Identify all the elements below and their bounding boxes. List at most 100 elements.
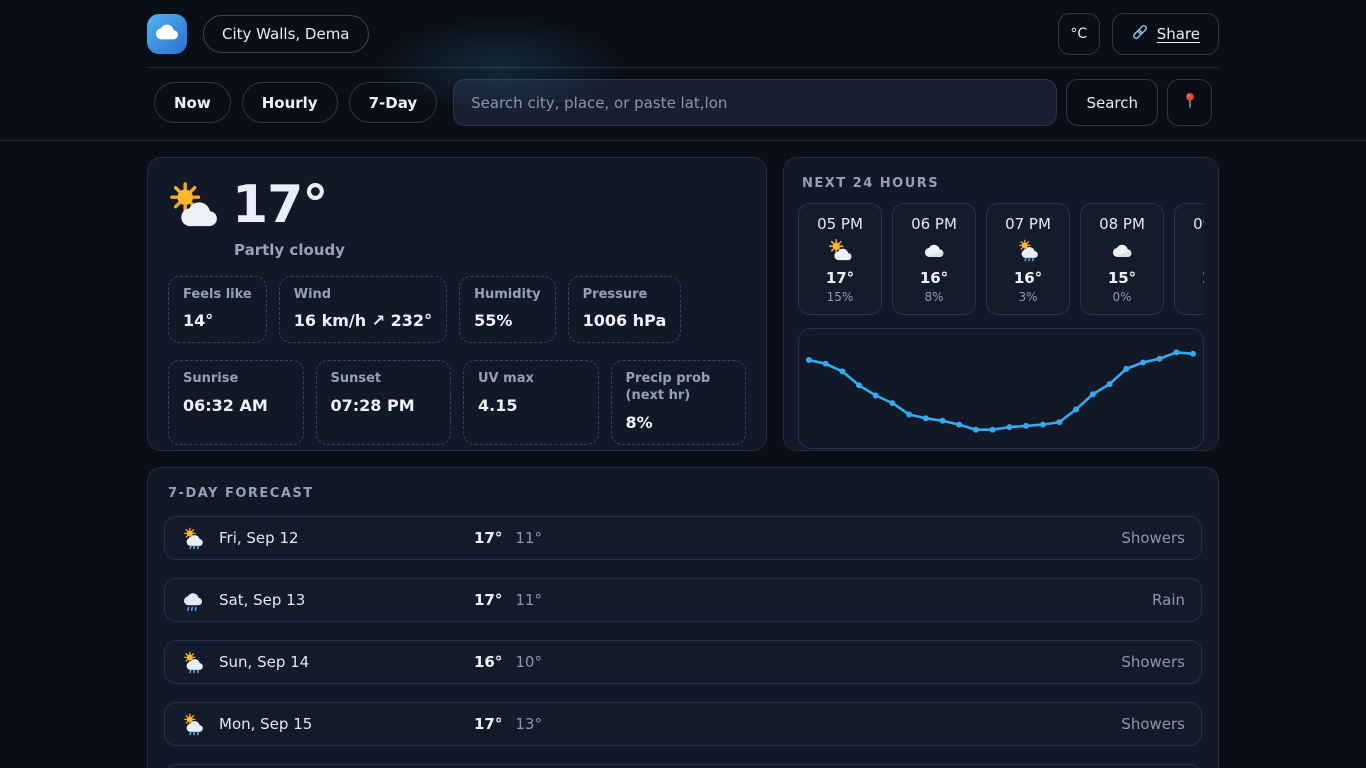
day-temps: 17° 11° bbox=[474, 591, 1152, 609]
hour-card[interactable]: 09 PM 15° 0% bbox=[1174, 203, 1204, 315]
stat-tile: UV max 4.15 bbox=[463, 360, 599, 445]
search-button[interactable]: Search bbox=[1066, 79, 1158, 126]
share-button[interactable]: Share bbox=[1112, 13, 1219, 55]
hour-time: 09 PM bbox=[1175, 215, 1204, 233]
hour-temp: 15° bbox=[1175, 269, 1204, 287]
forecast-day-row[interactable]: Sun, Sep 14 16° 10° Showers bbox=[164, 640, 1202, 684]
current-hero: 17° bbox=[168, 178, 746, 233]
day-summary: Showers bbox=[1121, 715, 1185, 733]
view-tab[interactable]: Now bbox=[154, 82, 231, 123]
forecast-day-row[interactable] bbox=[164, 764, 1202, 768]
hour-card[interactable]: 06 PM 16° 8% bbox=[892, 203, 976, 315]
hour-time: 08 PM bbox=[1081, 215, 1163, 233]
current-stats-row-2: Sunrise 06:32 AM Sunset 07:28 PM UV max … bbox=[168, 360, 746, 445]
hour-weather-icon bbox=[1016, 250, 1040, 269]
hour-time: 06 PM bbox=[893, 215, 975, 233]
forecast-day-row[interactable]: Fri, Sep 12 17° 11° Showers bbox=[164, 516, 1202, 560]
current-conditions-card: 17° Partly cloudy Feels like 14° Wind 16… bbox=[147, 157, 767, 451]
hourly-temperature-chart bbox=[798, 328, 1204, 449]
current-condition-label: Partly cloudy bbox=[234, 241, 746, 259]
stat-label: Pressure bbox=[583, 287, 667, 304]
hour-weather-icon bbox=[1110, 250, 1134, 269]
line-chart bbox=[799, 329, 1203, 448]
day-weather-icon bbox=[181, 712, 205, 736]
search-input[interactable] bbox=[453, 79, 1057, 126]
hour-temp: 16° bbox=[987, 269, 1069, 287]
forecast-day-row[interactable]: Sat, Sep 13 17° 11° Rain bbox=[164, 578, 1202, 622]
hour-temp: 17° bbox=[799, 269, 881, 287]
share-label: Share bbox=[1157, 25, 1200, 43]
hour-temp: 16° bbox=[893, 269, 975, 287]
day-high-temp: 16° bbox=[474, 653, 502, 671]
stat-value: 8% bbox=[626, 413, 732, 432]
pin-location-button[interactable] bbox=[1167, 79, 1212, 126]
stat-tile: Feels like 14° bbox=[168, 276, 267, 344]
stat-value: 06:32 AM bbox=[183, 396, 289, 415]
stat-value: 14° bbox=[183, 311, 252, 330]
stat-label: Wind bbox=[294, 287, 432, 304]
stat-label: UV max bbox=[478, 371, 584, 388]
forecast-day-row[interactable]: Mon, Sep 15 17° 13° Showers bbox=[164, 702, 1202, 746]
hour-card[interactable]: 08 PM 15° 0% bbox=[1080, 203, 1164, 315]
stat-label: Precip prob (next hr) bbox=[626, 371, 732, 405]
day-temps: 17° 11° bbox=[474, 529, 1121, 547]
stat-tile: Sunrise 06:32 AM bbox=[168, 360, 304, 445]
forecast-list: Fri, Sep 12 17° 11° Showers Sat, Sep 13 … bbox=[164, 516, 1202, 768]
cloud-icon bbox=[156, 21, 178, 47]
view-tabs: Now Hourly 7-Day bbox=[154, 82, 437, 123]
hour-precip: 15% bbox=[799, 290, 881, 304]
day-high-temp: 17° bbox=[474, 529, 502, 547]
day-weather-icon bbox=[181, 650, 205, 674]
day-high-temp: 17° bbox=[474, 715, 502, 733]
next-24-hours-title: NEXT 24 HOURS bbox=[802, 176, 1204, 191]
hour-card[interactable]: 05 PM 17° 15% bbox=[798, 203, 882, 315]
view-tab[interactable]: Hourly bbox=[242, 82, 338, 123]
stat-value: 16 km/h ↗ 232° bbox=[294, 311, 432, 330]
hour-time: 05 PM bbox=[799, 215, 881, 233]
nav-bar: Now Hourly 7-Day Search bbox=[0, 68, 1366, 141]
stat-tile: Precip prob (next hr) 8% bbox=[611, 360, 747, 445]
stat-tile: Humidity 55% bbox=[459, 276, 556, 344]
day-temps: 16° 10° bbox=[474, 653, 1121, 671]
day-low-temp: 13° bbox=[515, 715, 542, 733]
stat-value: 4.15 bbox=[478, 396, 584, 415]
day-name: Mon, Sep 15 bbox=[219, 715, 474, 733]
stat-tile: Pressure 1006 hPa bbox=[568, 276, 682, 344]
hour-temp: 15° bbox=[1081, 269, 1163, 287]
stat-label: Humidity bbox=[474, 287, 541, 304]
app-logo bbox=[147, 14, 187, 54]
unit-toggle-button[interactable]: °C bbox=[1058, 13, 1100, 55]
day-name: Sun, Sep 14 bbox=[219, 653, 474, 671]
day-summary: Showers bbox=[1121, 653, 1185, 671]
stat-label: Sunset bbox=[331, 371, 437, 388]
day-weather-icon bbox=[181, 588, 205, 612]
day-summary: Rain bbox=[1152, 591, 1185, 609]
hour-precip: 0% bbox=[1081, 290, 1163, 304]
stat-value: 1006 hPa bbox=[583, 311, 667, 330]
day-summary: Showers bbox=[1121, 529, 1185, 547]
stat-tile: Wind 16 km/h ↗ 232° bbox=[279, 276, 447, 344]
link-icon bbox=[1131, 23, 1149, 45]
hour-precip: 3% bbox=[987, 290, 1069, 304]
stat-value: 07:28 PM bbox=[331, 396, 437, 415]
hour-card[interactable]: 07 PM 16° 3% bbox=[986, 203, 1070, 315]
current-temperature: 17° bbox=[232, 178, 327, 233]
main-content: 17° Partly cloudy Feels like 14° Wind 16… bbox=[140, 157, 1226, 768]
day-temps: 17° 13° bbox=[474, 715, 1121, 733]
pin-icon bbox=[1180, 91, 1200, 115]
stat-label: Feels like bbox=[183, 287, 252, 304]
seven-day-forecast-title: 7-DAY FORECAST bbox=[168, 486, 1202, 501]
day-low-temp: 10° bbox=[515, 653, 542, 671]
hourly-strip[interactable]: 05 PM 17° 15% 06 PM 16° 8% 07 PM bbox=[798, 203, 1204, 315]
next-24-hours-card: NEXT 24 HOURS 05 PM 17° 15% 06 PM 16° bbox=[783, 157, 1219, 451]
hour-precip: 0% bbox=[1175, 290, 1204, 304]
stat-value: 55% bbox=[474, 311, 541, 330]
location-chip[interactable]: City Walls, Dema bbox=[203, 15, 369, 53]
day-name: Fri, Sep 12 bbox=[219, 529, 474, 547]
view-tab[interactable]: 7-Day bbox=[349, 82, 438, 123]
hour-precip: 8% bbox=[893, 290, 975, 304]
hour-time: 07 PM bbox=[987, 215, 1069, 233]
day-low-temp: 11° bbox=[515, 591, 542, 609]
weather-app: City Walls, Dema °C Share Now bbox=[0, 0, 1366, 768]
day-name: Sat, Sep 13 bbox=[219, 591, 474, 609]
